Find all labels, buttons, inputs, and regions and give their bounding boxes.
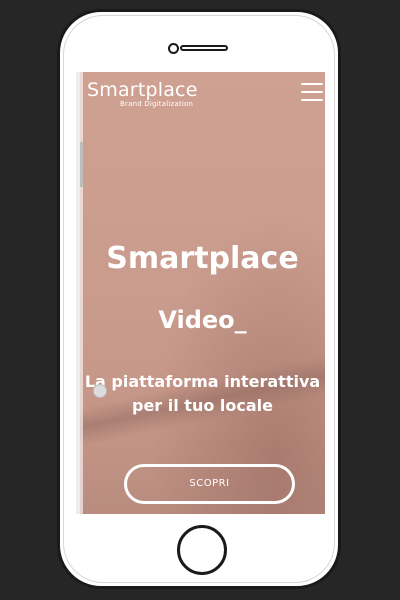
slider-dot[interactable] [93,384,107,398]
menu-bar-top [301,83,323,85]
scrollbar[interactable] [80,72,83,514]
logo-title[interactable]: Smartplace [87,81,198,100]
menu-bar-bottom [301,99,323,101]
scrollbar-thumb[interactable] [80,142,83,187]
hero-description-line-2: per il tuo locale [132,396,273,415]
home-button[interactable] [177,525,227,575]
hero-title: Smartplace [106,241,299,276]
hamburger-menu-icon[interactable] [301,83,323,101]
earpiece-speaker [180,45,228,51]
phone-screen: Smartplace Brand Digitalization Smartpla… [76,72,325,514]
front-camera-icon [168,43,179,54]
page-background: Smartplace Brand Digitalization Smartpla… [0,0,400,600]
logo-tagline: Brand Digitalization [120,100,194,108]
hero-description-line-1: La piattaforma interattiva [84,372,321,391]
hero-subtitle: Video_ [158,306,247,334]
menu-bar-middle [301,91,323,93]
hero-description: La piattaforma interattiva per il tuo lo… [80,370,325,418]
discover-button[interactable]: SCOPRI [124,464,295,504]
